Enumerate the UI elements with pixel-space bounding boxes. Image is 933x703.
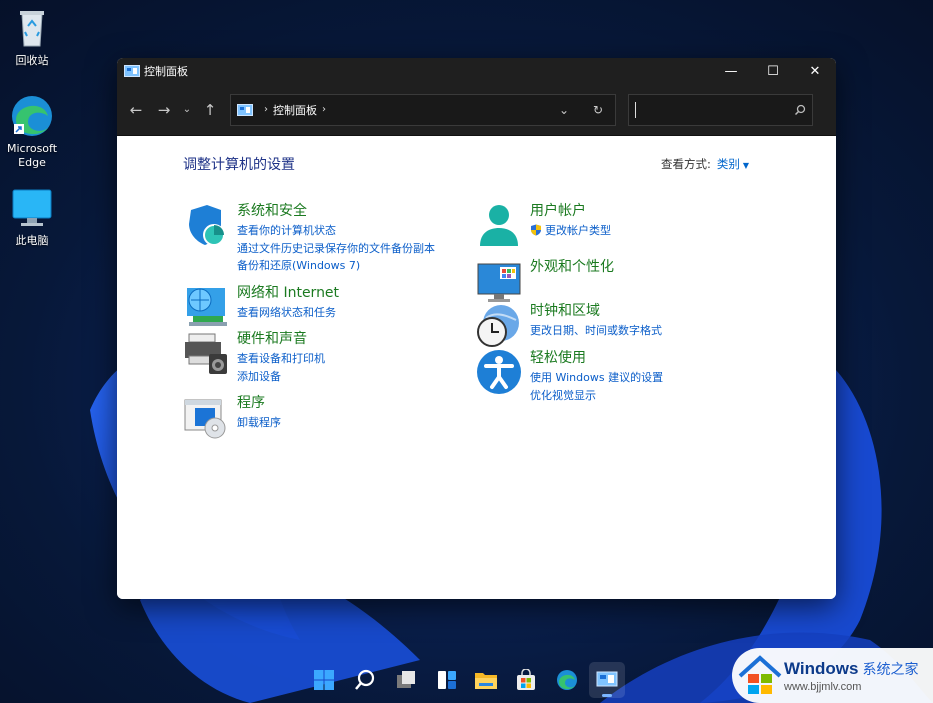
search-icon: [355, 669, 375, 690]
category-link[interactable]: 卸载程序: [237, 414, 281, 432]
navigation-bar: ← → ⌄ ↑ › 控制面板 › ⌄ ↻: [117, 84, 836, 136]
category-title[interactable]: 程序: [237, 394, 281, 412]
category-title[interactable]: 用户帐户: [530, 202, 611, 220]
desktop-icon-edge[interactable]: Microsoft Edge: [0, 94, 67, 170]
category-link[interactable]: 查看网络状态和任务: [237, 304, 339, 322]
category-link[interactable]: 查看设备和打印机: [237, 350, 325, 368]
taskbar-store-button[interactable]: [508, 662, 544, 698]
category-link[interactable]: 备份和还原(Windows 7): [237, 257, 435, 275]
recent-locations-button[interactable]: ⌄: [178, 96, 196, 124]
search-icon[interactable]: [794, 104, 806, 116]
category-system-security: 系统和安全 查看你的计算机状态 通过文件历史记录保存你的文件备份副本 备份和还原…: [183, 202, 435, 275]
window-title: 控制面板: [144, 65, 188, 78]
watermark-brand-cn: 系统之家: [862, 660, 919, 677]
widgets-icon: [438, 671, 456, 689]
category-link-label[interactable]: 更改帐户类型: [545, 224, 611, 237]
category-link[interactable]: 使用 Windows 建议的设置: [530, 369, 663, 387]
taskbar-file-explorer-button[interactable]: [468, 662, 504, 698]
taskbar-search-button[interactable]: [347, 662, 383, 698]
clock-globe-icon: [477, 305, 519, 347]
category-clock-region: 时钟和区域 更改日期、时间或数字格式: [476, 302, 662, 348]
view-by-label: 查看方式:: [661, 157, 711, 171]
category-link[interactable]: 查看你的计算机状态: [237, 222, 435, 240]
desktop-icon-label: Microsoft Edge: [6, 142, 58, 169]
category-link[interactable]: 添加设备: [237, 368, 325, 386]
maximize-button[interactable]: ☐: [752, 58, 794, 84]
address-dropdown-button[interactable]: ⌄: [547, 103, 581, 117]
desktop-icon-recycle-bin[interactable]: 回收站: [0, 6, 67, 68]
control-panel-icon: [237, 103, 253, 116]
category-link[interactable]: 优化视觉显示: [530, 387, 663, 405]
category-title[interactable]: 轻松使用: [530, 349, 663, 367]
printer-speaker-icon: [185, 333, 227, 374]
watermark: Windows 系统之家 www.bjjmlv.com: [732, 648, 933, 703]
edge-icon: [557, 670, 577, 690]
breadcrumb-control-panel[interactable]: 控制面板: [273, 102, 317, 118]
recycle-bin-icon: [10, 6, 54, 50]
category-network-internet: 网络和 Internet 查看网络状态和任务: [183, 284, 339, 330]
taskbar-widgets-button[interactable]: [429, 662, 465, 698]
view-by: 查看方式: 类别 ▼: [661, 156, 749, 172]
taskbar-task-view-button[interactable]: [388, 662, 424, 698]
category-programs: 程序 卸载程序: [183, 394, 281, 440]
task-view-icon: [397, 671, 415, 688]
file-explorer-icon: [475, 673, 497, 689]
address-bar[interactable]: › 控制面板 › ⌄ ↻: [230, 93, 616, 126]
uac-shield-icon: [531, 224, 541, 236]
watermark-logo: [738, 654, 782, 694]
category-title[interactable]: 系统和安全: [237, 202, 435, 220]
programs-disc-icon: [184, 399, 226, 439]
category-title[interactable]: 网络和 Internet: [237, 284, 339, 302]
watermark-url: www.bjjmlv.com: [784, 680, 862, 693]
category-user-accounts: 用户帐户 更改帐户类型: [476, 202, 611, 248]
page-heading: 调整计算机的设置: [183, 157, 295, 173]
refresh-button[interactable]: ↻: [581, 103, 615, 117]
breadcrumb-separator[interactable]: ›: [264, 104, 268, 115]
category-title[interactable]: 时钟和区域: [530, 302, 662, 320]
control-panel-icon: [596, 671, 618, 687]
minimize-button[interactable]: —: [710, 58, 752, 84]
category-link[interactable]: 更改日期、时间或数字格式: [530, 322, 662, 340]
network-globe-icon: [187, 288, 227, 326]
taskbar-start-button[interactable]: [306, 662, 342, 698]
title-bar[interactable]: 控制面板 — ☐ ✕: [117, 58, 836, 84]
category-appearance: 外观和个性化: [476, 258, 614, 304]
control-panel-window: 控制面板 — ☐ ✕ ← → ⌄ ↑ › 控制面板 › ⌄ ↻ 调整计算机的设置…: [117, 58, 836, 599]
close-button[interactable]: ✕: [794, 58, 836, 84]
appearance-monitor-icon: [477, 263, 521, 302]
category-link[interactable]: 通过文件历史记录保存你的文件备份副本: [237, 240, 435, 258]
watermark-brand: Windows: [784, 658, 859, 678]
shield-icon: [189, 205, 225, 246]
edge-icon: [10, 94, 54, 138]
forward-button[interactable]: →: [150, 96, 178, 124]
taskbar-control-panel-button[interactable]: [589, 662, 625, 698]
search-input[interactable]: [635, 101, 794, 118]
category-title[interactable]: 硬件和声音: [237, 330, 325, 348]
chevron-down-icon[interactable]: ▼: [743, 161, 749, 170]
back-button[interactable]: ←: [122, 96, 150, 124]
accessibility-icon: [477, 350, 521, 394]
category-hardware-sound: 硬件和声音 查看设备和打印机 添加设备: [183, 330, 325, 385]
category-title[interactable]: 外观和个性化: [530, 258, 614, 276]
start-icon: [314, 670, 334, 690]
this-pc-icon: [10, 186, 54, 230]
taskbar-edge-button[interactable]: [549, 662, 585, 698]
user-accounts-icon: [480, 205, 518, 246]
category-ease-of-access: 轻松使用 使用 Windows 建议的设置 优化视觉显示: [476, 349, 663, 404]
search-box[interactable]: [628, 93, 813, 126]
store-icon: [517, 669, 535, 690]
desktop-icon-label: 回收站: [15, 54, 49, 67]
desktop-icon-this-pc[interactable]: 此电脑: [0, 186, 67, 248]
control-panel-content: 调整计算机的设置 查看方式: 类别 ▼ 系统和安全 查看你的计算机状态 通过文件历史…: [117, 136, 836, 599]
up-button[interactable]: ↑: [196, 96, 224, 124]
category-link[interactable]: 更改帐户类型: [530, 222, 611, 240]
breadcrumb-separator[interactable]: ›: [322, 104, 326, 115]
control-panel-icon: [124, 65, 140, 77]
view-by-dropdown[interactable]: 类别: [717, 157, 740, 171]
desktop-icon-label: 此电脑: [15, 234, 49, 247]
